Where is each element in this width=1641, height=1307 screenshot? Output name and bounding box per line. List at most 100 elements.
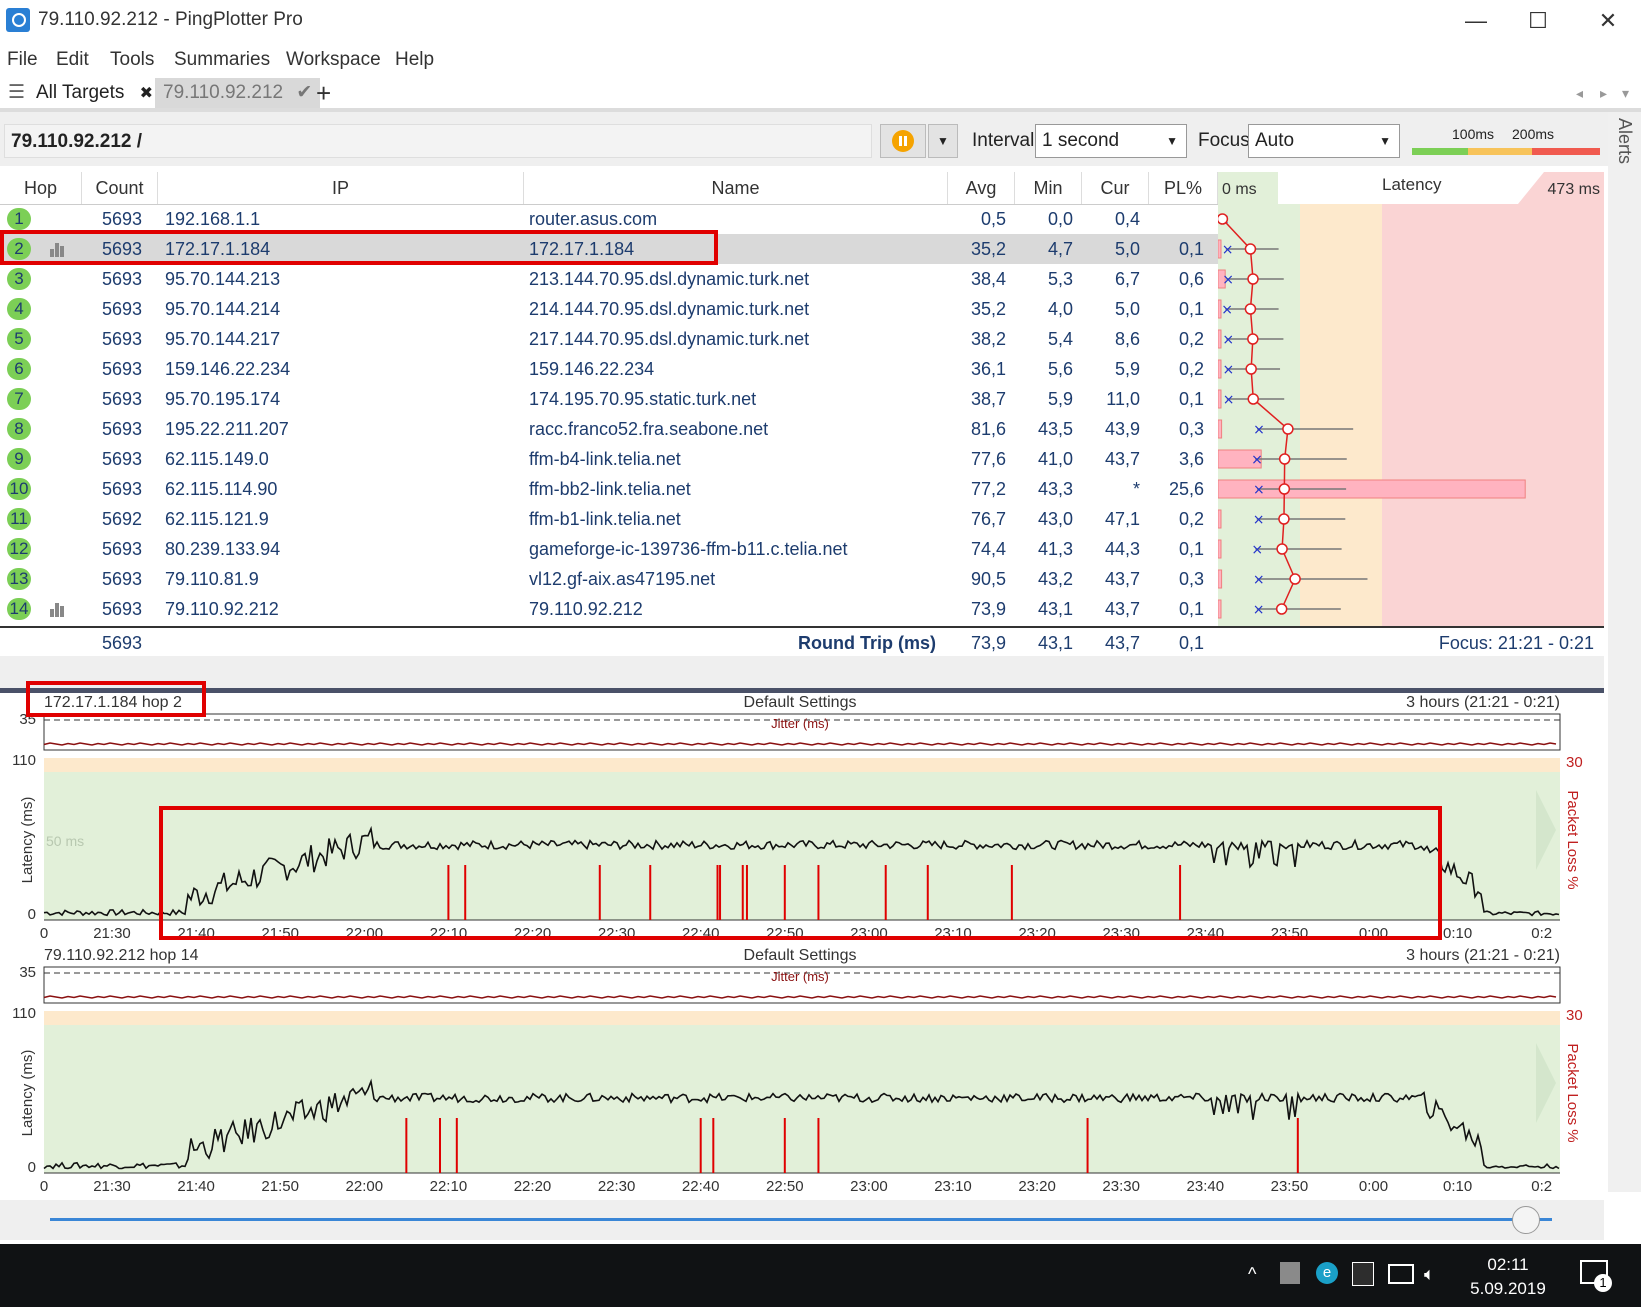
cell-pl: 0,2	[1178, 329, 1204, 349]
cell-cur: 11,0	[1106, 389, 1140, 409]
menu-help[interactable]: Help	[395, 49, 434, 71]
table-row[interactable]: 7 5693 95.70.195.174 174.195.70.95.static.t…	[0, 384, 1218, 414]
packet-loss-bar	[1218, 389, 1222, 409]
interval-select[interactable]: 1 second ▼	[1035, 124, 1187, 158]
x-tick-label: 22:40	[682, 1178, 720, 1193]
table-row[interactable]: 14 5693 79.110.92.212 79.110.92.212 73,9 43,1…	[0, 594, 1218, 624]
tray-shield-icon[interactable]	[1352, 1262, 1374, 1286]
tab-all-targets[interactable]: All Targets ✖	[36, 78, 153, 108]
col-cur[interactable]: Cur	[1082, 172, 1149, 204]
cell-min: 43,0	[1037, 509, 1073, 529]
avg-latency-point	[1247, 393, 1260, 405]
close-window-icon[interactable]: ✕	[1588, 6, 1628, 36]
cell-avg: 77,2	[970, 479, 1006, 499]
latency-title: Latency	[1382, 175, 1442, 194]
latency-warning-band	[44, 758, 1560, 772]
cell-min: 43,5	[1037, 419, 1073, 439]
address-field[interactable]: 79.110.92.212 /	[4, 124, 872, 158]
table-row[interactable]: 12 5693 80.239.133.94 gameforge-ic-139736-f…	[0, 534, 1218, 564]
cell-name: ffm-bb2-link.telia.net	[529, 479, 691, 499]
packet-loss-max-tick: 30	[1566, 754, 1583, 771]
avg-latency-point	[1282, 423, 1294, 435]
menu-workspace[interactable]: Workspace	[286, 49, 381, 71]
col-count[interactable]: Count	[82, 172, 158, 204]
x-tick-label: 0:10	[1443, 1178, 1472, 1193]
tray-eset-icon[interactable]: e	[1316, 1262, 1338, 1284]
cell-pl: 0,2	[1178, 509, 1204, 529]
annotation-box-chart-title	[26, 681, 206, 717]
table-row[interactable]: 6 5693 159.146.22.234 159.146.22.234 36,1 5,6…	[0, 354, 1218, 384]
x-tick-label: 0	[40, 1178, 48, 1193]
close-tab-icon[interactable]: ✖	[140, 85, 153, 102]
time-slider-track[interactable]	[50, 1218, 1552, 1221]
tray-network-icon[interactable]	[1388, 1264, 1414, 1284]
cell-min: 4,0	[1047, 299, 1073, 319]
tray-app-icon[interactable]	[1280, 1262, 1300, 1284]
pause-dropdown-icon[interactable]: ▼	[928, 124, 958, 158]
latency-warning-band	[44, 1011, 1560, 1025]
pause-button[interactable]	[880, 124, 926, 158]
table-row[interactable]: 10 5693 62.115.114.90 ffm-bb2-link.telia.ne…	[0, 474, 1218, 504]
hop-badge: 6	[7, 358, 31, 380]
col-ip[interactable]: IP	[158, 172, 524, 204]
col-pl[interactable]: PL%	[1149, 172, 1218, 204]
rt-pl: 0,1	[1178, 633, 1204, 653]
min-latency-marker: ×	[1223, 362, 1235, 378]
min-latency-marker: ×	[1222, 332, 1234, 348]
x-tick-label: 0:2	[1531, 925, 1552, 940]
jitter-label: Jitter (ms)	[771, 716, 829, 731]
min-latency-marker: ×	[1222, 242, 1234, 258]
taskbar-clock[interactable]: 02:11 5.09.2019	[1448, 1253, 1568, 1301]
table-row[interactable]: 13 5693 79.110.81.9 vl12.gf-aix.as47195.net…	[0, 564, 1218, 594]
avg-latency-point	[1289, 573, 1301, 585]
alerts-panel[interactable]: Alerts	[1608, 112, 1641, 1192]
tab-list-icon[interactable]: ▾	[1622, 78, 1629, 108]
interval-value: 1 second	[1042, 130, 1120, 151]
check-icon: ✔	[296, 82, 313, 103]
cell-cur: 8,6	[1114, 329, 1140, 349]
table-row[interactable]: 3 5693 95.70.144.213 213.144.70.95.dsl.dyna…	[0, 264, 1218, 294]
table-row[interactable]: 9 5693 62.115.149.0 ffm-b4-link.telia.net 77…	[0, 444, 1218, 474]
col-min[interactable]: Min	[1015, 172, 1082, 204]
focus-select[interactable]: Auto ▼	[1248, 124, 1400, 158]
clock-time: 02:11	[1487, 1255, 1529, 1274]
col-name[interactable]: Name	[524, 172, 948, 204]
hop-badge: 8	[7, 418, 31, 440]
cell-count: 5693	[102, 599, 143, 619]
menu-bar: File Edit Tools Summaries Workspace Help	[0, 44, 1641, 76]
tab-scroll-right-icon[interactable]: ▸	[1600, 78, 1607, 108]
time-slider-handle[interactable]	[1512, 1206, 1540, 1234]
col-hop[interactable]: Hop	[0, 172, 82, 204]
cell-pl: 3,6	[1178, 449, 1204, 469]
tab-target[interactable]: 79.110.92.212 ✔	[155, 78, 321, 108]
cell-ip: 95.70.144.214	[165, 299, 281, 319]
table-row[interactable]: 8 5693 195.22.211.207 racc.franco52.fra.sea…	[0, 414, 1218, 444]
hop-badge: 7	[7, 388, 31, 410]
maximize-icon[interactable]: ☐	[1518, 6, 1558, 36]
tray-chevron-up-icon[interactable]: ^	[1248, 1264, 1256, 1285]
table-row[interactable]: 4 5693 95.70.144.214 214.144.70.95.dsl.dyna…	[0, 294, 1218, 324]
hamburger-icon[interactable]: ☰	[8, 78, 25, 108]
cell-pl: 0,1	[1178, 389, 1204, 409]
menu-tools[interactable]: Tools	[110, 49, 154, 71]
minimize-icon[interactable]: —	[1456, 6, 1496, 36]
pane-splitter[interactable]	[0, 656, 1604, 693]
chart-settings-label: Default Settings	[744, 694, 857, 711]
tab-scroll-left-icon[interactable]: ◂	[1576, 78, 1583, 108]
menu-edit[interactable]: Edit	[56, 49, 89, 71]
table-row[interactable]: 5 5693 95.70.144.217 217.144.70.95.dsl.dyna…	[0, 324, 1218, 354]
table-row[interactable]: 11 5692 62.115.121.9 ffm-b1-link.telia.net 7…	[0, 504, 1218, 534]
menu-summaries[interactable]: Summaries	[174, 49, 270, 71]
timeline-chart[interactable]: 79.110.92.212 hop 14 Default Settings 3 ho…	[0, 943, 1604, 1195]
packet-loss-y-axis-label: Packet Loss %	[1564, 1043, 1581, 1142]
tray-volume-icon[interactable]: 🔈︎	[1424, 1264, 1435, 1285]
min-latency-marker: ×	[1253, 422, 1265, 438]
menu-file[interactable]: File	[7, 49, 38, 71]
bar-chart-icon[interactable]	[50, 603, 68, 617]
cell-cur: 43,9	[1104, 419, 1140, 439]
cell-ip: 62.115.149.0	[165, 449, 269, 469]
scale-100ms: 100ms	[1452, 126, 1495, 142]
col-avg[interactable]: Avg	[948, 172, 1015, 204]
cell-min: 4,7	[1047, 239, 1073, 259]
add-tab-button[interactable]: +	[316, 78, 331, 108]
